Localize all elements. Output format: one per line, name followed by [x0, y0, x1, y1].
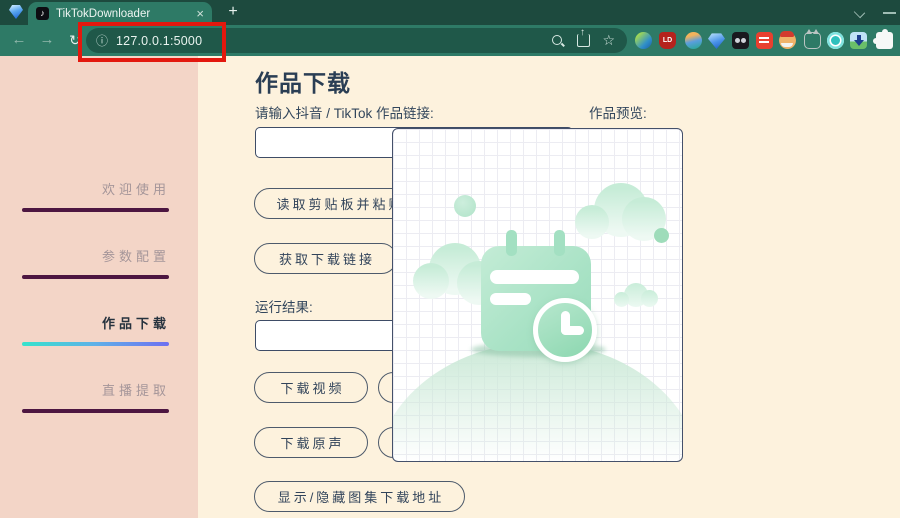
profile-gem-icon[interactable] — [9, 5, 23, 19]
reload-button[interactable]: ↻ — [64, 29, 86, 51]
download-video-button[interactable]: 下载视频 — [254, 372, 368, 403]
tiktok-favicon-icon: ♪ — [36, 7, 49, 20]
tab-close-icon[interactable]: × — [196, 7, 204, 20]
extension-gem-icon[interactable] — [708, 32, 725, 49]
page-content: 欢迎使用 参数配置 作品下载 直播提取 作品下载 请输入抖音 / TikTok … — [0, 56, 900, 518]
extension-notes-icon[interactable] — [756, 32, 773, 49]
new-tab-button[interactable]: + — [222, 2, 244, 23]
search-icon[interactable] — [551, 34, 565, 48]
tab-strip: ♪ TikTokDownloader × + — [0, 0, 900, 25]
result-label: 运行结果: — [255, 296, 313, 316]
sidebar-item-live-extract[interactable]: 直播提取 — [0, 380, 170, 399]
forward-button[interactable]: → — [36, 29, 58, 51]
browser-toolbar: ← → ↻ ⓘ 127.0.0.1:5000 ☆ LD — [0, 25, 900, 56]
sidebar: 欢迎使用 参数配置 作品下载 直播提取 — [0, 56, 198, 518]
hill-illustration — [392, 343, 683, 462]
bookmark-star-icon[interactable]: ☆ — [602, 32, 615, 49]
address-bar[interactable]: ⓘ 127.0.0.1:5000 ☆ — [86, 28, 627, 53]
link-input-label: 请输入抖音 / TikTok 作品链接: — [255, 102, 434, 122]
extension-teal-dot-icon[interactable] — [827, 32, 844, 49]
extension-idm-icon[interactable] — [635, 32, 652, 49]
extension-photo-download-icon[interactable] — [850, 32, 867, 49]
site-info-icon[interactable]: ⓘ — [96, 32, 108, 49]
sidebar-underline — [22, 275, 169, 279]
extension-cat-icon[interactable] — [804, 32, 821, 49]
download-audio-button[interactable]: 下载原声 — [254, 427, 368, 458]
extension-ld-shield-icon[interactable]: LD — [659, 32, 676, 49]
page-title: 作品下载 — [255, 64, 351, 98]
preview-box — [392, 128, 683, 462]
clipboard-line — [490, 270, 579, 284]
back-button[interactable]: ← — [8, 29, 30, 51]
dot-illustration — [454, 195, 476, 217]
clipboard-line — [490, 293, 531, 305]
url-text[interactable]: 127.0.0.1:5000 — [116, 34, 551, 48]
window-chevron-down-icon[interactable] — [854, 7, 865, 18]
sidebar-item-download-active[interactable]: 作品下载 — [0, 313, 170, 332]
extensions-puzzle-icon[interactable] — [876, 32, 893, 49]
extension-tampermonkey-icon[interactable] — [732, 32, 749, 49]
clock-icon — [533, 298, 597, 362]
sidebar-active-underline — [22, 342, 169, 346]
window-minimize-button[interactable] — [883, 12, 896, 14]
sidebar-item-settings[interactable]: 参数配置 — [0, 246, 170, 265]
clipboard-knob — [554, 230, 565, 256]
browser-tab[interactable]: ♪ TikTokDownloader × — [28, 2, 212, 25]
preview-label: 作品预览: — [589, 102, 647, 122]
sidebar-underline — [22, 208, 169, 212]
extension-planet-icon[interactable] — [685, 32, 702, 49]
clipboard-knob — [506, 230, 517, 256]
extension-santa-icon[interactable] — [779, 32, 796, 49]
sidebar-underline — [22, 409, 169, 413]
toggle-gallery-urls-button[interactable]: 显示/隐藏图集下载地址 — [254, 481, 465, 512]
browser-window: ♪ TikTokDownloader × + ← → ↻ ⓘ 127.0.0.1… — [0, 0, 900, 518]
sidebar-item-welcome[interactable]: 欢迎使用 — [0, 179, 170, 198]
tab-title: TikTokDownloader — [56, 8, 192, 20]
get-download-link-button[interactable]: 获取下载链接 — [254, 243, 397, 274]
share-icon[interactable] — [577, 34, 590, 47]
clock-hand — [561, 326, 584, 335]
dot-illustration — [654, 228, 669, 243]
